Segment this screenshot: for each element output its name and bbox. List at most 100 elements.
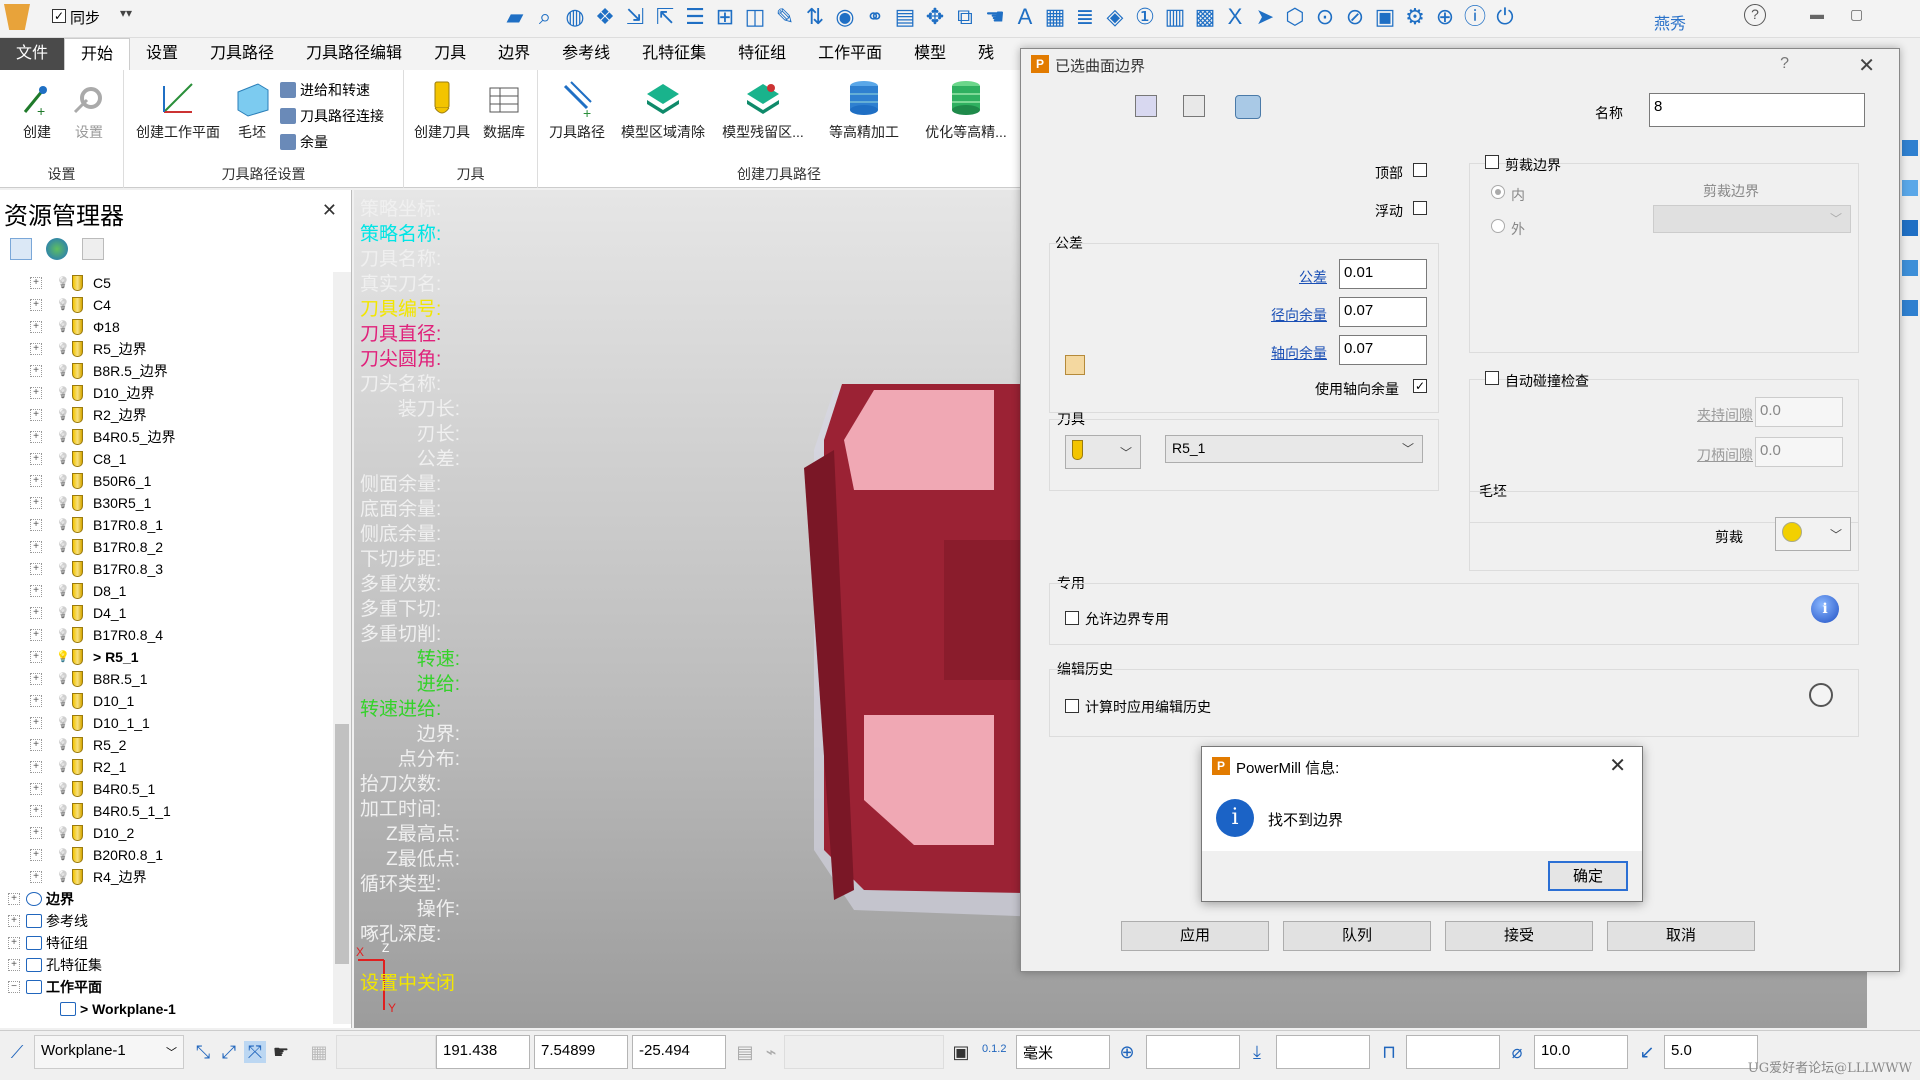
tool-field[interactable] <box>1406 1035 1500 1069</box>
tolerance-input[interactable]: 0.01 <box>1339 259 1427 289</box>
shank-clearance-input[interactable]: 0.0 <box>1755 437 1843 467</box>
expand-icon[interactable]: + <box>8 893 20 905</box>
sheet-icon[interactable]: ▦ <box>1042 4 1068 30</box>
axial-thickness-input[interactable]: 0.07 <box>1339 335 1427 365</box>
measure-icon[interactable]: ⌁ <box>760 1041 782 1063</box>
arrows-icon[interactable]: ⇅ <box>802 4 828 30</box>
tool-tree-item[interactable]: + 💡 D10_边界 <box>0 382 334 404</box>
sync-checkbox[interactable]: ✓ <box>52 9 66 23</box>
visibility-bulb-icon[interactable]: 💡 <box>56 760 70 774</box>
create-workplane-button[interactable]: 创建工作平面 <box>130 78 226 142</box>
tab-rest[interactable]: 残 <box>962 38 1010 70</box>
view-iso-icon[interactable] <box>1902 140 1918 156</box>
expand-icon[interactable]: + <box>30 387 42 399</box>
tool-tree-item[interactable]: + 💡 B8R.5_边界 <box>0 360 334 382</box>
grid-icon[interactable]: ⊞ <box>712 4 738 30</box>
msg-close-icon[interactable]: ✕ <box>1609 753 1626 778</box>
visibility-bulb-icon[interactable]: 💡 <box>56 430 70 444</box>
tolerance-link[interactable]: 公差 <box>1299 267 1327 287</box>
expand-icon[interactable]: + <box>30 871 42 883</box>
expand-icon[interactable]: + <box>30 453 42 465</box>
crosshair-icon[interactable]: ⊕ <box>1116 1041 1138 1063</box>
expand-icon[interactable]: + <box>30 607 42 619</box>
outside-radio[interactable] <box>1491 219 1505 233</box>
expand-icon[interactable]: + <box>8 937 20 949</box>
create-tool-button[interactable]: 创建刀具 <box>410 78 474 142</box>
database-button[interactable]: 数据库 <box>476 78 532 142</box>
expand-icon[interactable]: + <box>30 695 42 707</box>
apply-button[interactable]: 应用 <box>1121 921 1269 951</box>
power-icon[interactable]: ⏻ <box>1492 4 1518 30</box>
hand-icon[interactable]: ☚ <box>982 4 1008 30</box>
folder-tree-item[interactable]: > Workplane-1 <box>0 998 334 1020</box>
tab-holes[interactable]: 孔特征集 <box>626 38 722 70</box>
visibility-bulb-icon[interactable]: 💡 <box>56 342 70 356</box>
info-icon[interactable]: i <box>1811 595 1839 623</box>
tool-tree-item[interactable]: + 💡 C5 <box>0 272 334 294</box>
surface-select-icon[interactable] <box>1135 95 1157 117</box>
tool-tree-item[interactable]: + 💡 R2_1 <box>0 756 334 778</box>
tab-boundary[interactable]: 边界 <box>482 38 546 70</box>
tool-tree-item[interactable]: + 💡 D8_1 <box>0 580 334 602</box>
visibility-bulb-icon[interactable]: 💡 <box>56 298 70 312</box>
expand-icon[interactable]: + <box>8 915 20 927</box>
expand-icon[interactable]: + <box>30 651 42 663</box>
crosshair-field[interactable] <box>1146 1035 1240 1069</box>
tree-view-icon[interactable] <box>10 238 32 260</box>
optimized-z-button[interactable]: 优化等高精... <box>916 78 1016 142</box>
excel-icon[interactable]: X <box>1222 4 1248 30</box>
tool-tree-item[interactable]: + 💡 R4_边界 <box>0 866 334 888</box>
name-input[interactable]: 8 <box>1649 93 1865 127</box>
tool-tree-item[interactable]: + 💡 D10_1 <box>0 690 334 712</box>
lead-in-button[interactable]: 进给和转速 <box>280 80 370 100</box>
queue-button[interactable]: 队列 <box>1283 921 1431 951</box>
visibility-bulb-icon[interactable]: 💡 <box>56 562 70 576</box>
tool-tree-item[interactable]: + 💡 B50R6_1 <box>0 470 334 492</box>
snap-icon[interactable]: ⤢ <box>218 1041 240 1063</box>
settings-button[interactable]: 设置 <box>64 78 114 142</box>
expand-icon[interactable]: + <box>30 739 42 751</box>
expand-icon[interactable]: + <box>30 805 42 817</box>
auto-collision-checkbox[interactable] <box>1485 371 1499 385</box>
tool-tree-item[interactable]: + 💡 D10_2 <box>0 822 334 844</box>
tab-home[interactable]: 开始 <box>64 38 131 70</box>
visibility-bulb-icon[interactable]: 💡 <box>56 694 70 708</box>
tab-tool[interactable]: 刀具 <box>418 38 482 70</box>
move-icon[interactable]: ✥ <box>922 4 948 30</box>
expand-icon[interactable]: + <box>30 849 42 861</box>
tab-file[interactable]: 文件 <box>0 38 64 70</box>
float-checkbox[interactable] <box>1413 201 1427 215</box>
expand-icon[interactable]: + <box>30 629 42 641</box>
visibility-bulb-icon[interactable]: 💡 <box>56 276 70 290</box>
expand-icon[interactable]: + <box>30 563 42 575</box>
target-icon[interactable]: ⊙ <box>1312 4 1338 30</box>
expand-icon[interactable]: − <box>8 981 20 993</box>
search-icon[interactable]: ⌕ <box>532 4 558 30</box>
tool-tree-item[interactable]: + 💡 B4R0.5_边界 <box>0 426 334 448</box>
blank-trim-select[interactable]: ﹀ <box>1775 517 1851 551</box>
table-icon[interactable]: ▩ <box>1192 4 1218 30</box>
depth-field[interactable] <box>1276 1035 1370 1069</box>
tab-pattern[interactable]: 参考线 <box>546 38 626 70</box>
compare-icon[interactable]: ◫ <box>742 4 768 30</box>
export-icon[interactable]: ⇱ <box>652 4 678 30</box>
expand-icon[interactable]: + <box>30 497 42 509</box>
apply-history-checkbox[interactable] <box>1065 699 1079 713</box>
tool-tree-item[interactable]: + 💡 B17R0.8_3 <box>0 558 334 580</box>
folder-tree-item[interactable]: + 特征组 <box>0 932 334 954</box>
tab-model[interactable]: 模型 <box>898 38 962 70</box>
visibility-bulb-icon[interactable]: 💡 <box>56 408 70 422</box>
visibility-bulb-icon[interactable]: 💡 <box>56 826 70 840</box>
tool-tree-item[interactable]: + 💡 B20R0.8_1 <box>0 844 334 866</box>
visibility-bulb-icon[interactable]: 💡 <box>56 452 70 466</box>
top-checkbox[interactable] <box>1413 163 1427 177</box>
quick-access-dropdown-icon[interactable]: ▾▾ <box>120 6 132 20</box>
visibility-bulb-icon[interactable]: 💡 <box>56 584 70 598</box>
dialog-help-icon[interactable]: ? <box>1780 55 1789 73</box>
tab-toolpath-edit[interactable]: 刀具路径编辑 <box>290 38 418 70</box>
holder-clearance-input[interactable]: 0.0 <box>1755 397 1843 427</box>
tool-type-select[interactable]: ﹀ <box>1065 435 1141 469</box>
folder-tree-item[interactable]: − 工作平面 <box>0 976 334 998</box>
expand-icon[interactable]: + <box>8 959 20 971</box>
diameter-icon[interactable]: ⌀ <box>1506 1041 1528 1063</box>
